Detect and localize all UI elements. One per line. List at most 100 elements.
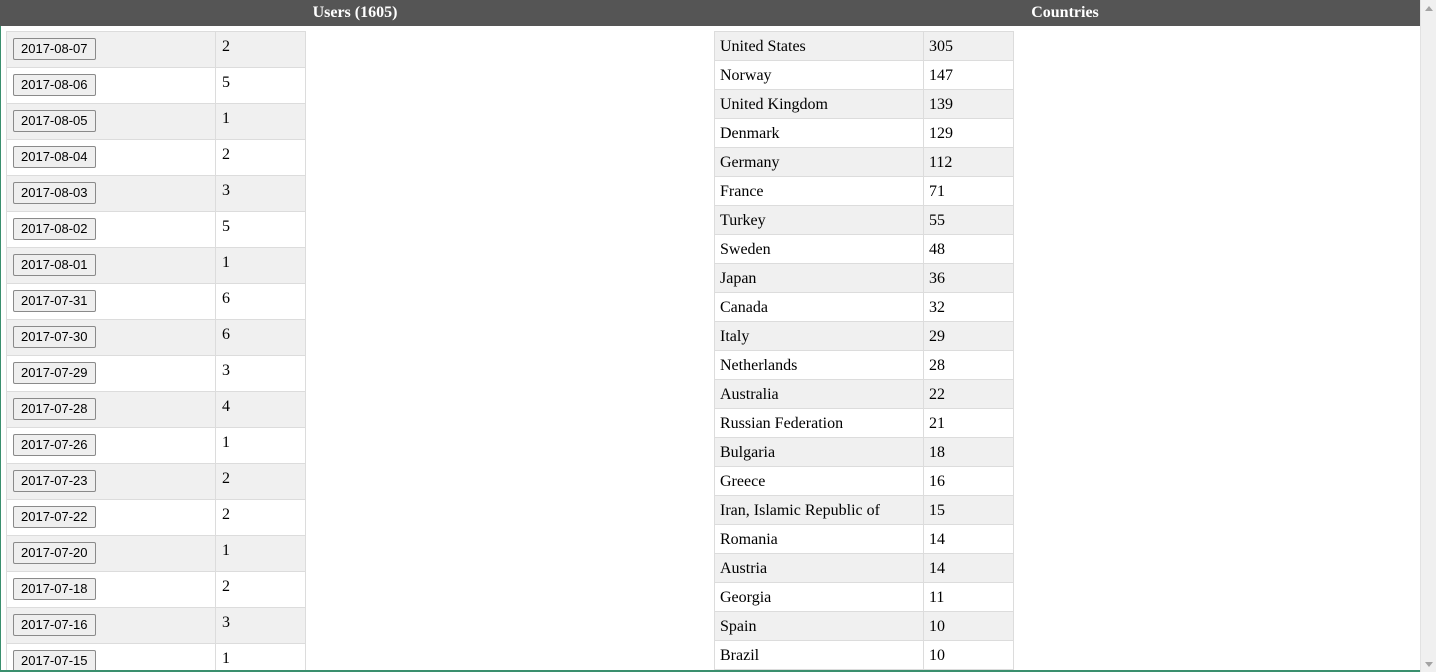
date-button[interactable]: 2017-07-16 [13,614,96,636]
date-cell: 2017-07-23 [6,463,216,500]
country-count-cell: 21 [923,408,1014,438]
date-button[interactable]: 2017-08-05 [13,110,96,132]
country-row: France 71 [714,176,1014,206]
country-row: Netherlands 28 [714,350,1014,380]
country-row: Germany 112 [714,147,1014,177]
date-cell: 2017-07-30 [6,319,216,356]
country-count-cell: 29 [923,321,1014,351]
user-date-row: 2017-08-03 3 [6,175,306,212]
user-date-row: 2017-08-01 1 [6,247,306,284]
date-button[interactable]: 2017-07-18 [13,578,96,600]
user-count-cell: 2 [215,463,306,500]
country-count-cell: 10 [923,640,1014,670]
country-row: Australia 22 [714,379,1014,409]
country-row: Romania 14 [714,524,1014,554]
country-count-cell: 10 [923,611,1014,641]
user-count-cell: 2 [215,31,306,68]
date-cell: 2017-08-05 [6,103,216,140]
user-count-cell: 5 [215,211,306,248]
country-name-cell: Russian Federation [714,408,924,438]
date-button[interactable]: 2017-08-01 [13,254,96,276]
user-count-cell: 1 [215,247,306,284]
user-date-row: 2017-07-22 2 [6,499,306,536]
user-date-row: 2017-07-15 1 [6,643,306,672]
date-cell: 2017-07-29 [6,355,216,392]
country-row: Canada 32 [714,292,1014,322]
country-row: Austria 14 [714,553,1014,583]
country-row: Spain 10 [714,611,1014,641]
date-button[interactable]: 2017-07-22 [13,506,96,528]
date-cell: 2017-08-06 [6,67,216,104]
page-viewport: Users (1605) Countries 2017-08-07 2 2017-0… [0,0,1420,672]
date-button[interactable]: 2017-08-07 [13,38,96,60]
country-name-cell: Japan [714,263,924,293]
country-name-cell: France [714,176,924,206]
user-date-row: 2017-07-28 4 [6,391,306,428]
country-count-cell: 36 [923,263,1014,293]
user-date-row: 2017-08-06 5 [6,67,306,104]
country-name-cell: Canada [714,292,924,322]
date-cell: 2017-08-03 [6,175,216,212]
date-cell: 2017-08-02 [6,211,216,248]
date-button[interactable]: 2017-08-02 [13,218,96,240]
country-name-cell: Norway [714,60,924,90]
date-cell: 2017-07-20 [6,535,216,572]
country-name-cell: Greece [714,466,924,496]
date-cell: 2017-07-18 [6,571,216,608]
country-row: Iran, Islamic Republic of 15 [714,495,1014,525]
date-cell: 2017-07-28 [6,391,216,428]
users-header: Users (1605) [312,4,398,21]
header-bar: Users (1605) Countries [0,0,1420,26]
country-row: Norway 147 [714,60,1014,90]
user-date-row: 2017-08-04 2 [6,139,306,176]
country-row: Russian Federation 21 [714,408,1014,438]
country-count-cell: 22 [923,379,1014,409]
country-count-cell: 305 [923,31,1014,61]
countries-table: United States 305 Norway 147 United Kingdom 1… [714,31,1014,670]
user-count-cell: 3 [215,607,306,644]
user-date-row: 2017-07-18 2 [6,571,306,608]
country-count-cell: 48 [923,234,1014,264]
date-button[interactable]: 2017-07-31 [13,290,96,312]
vertical-scrollbar[interactable] [1420,0,1436,672]
user-count-cell: 1 [215,643,306,672]
user-date-row: 2017-07-16 3 [6,607,306,644]
scroll-thumb[interactable] [1423,18,1434,108]
country-row: United Kingdom 139 [714,89,1014,119]
date-button[interactable]: 2017-07-15 [13,650,96,672]
user-count-cell: 4 [215,391,306,428]
date-cell: 2017-07-22 [6,499,216,536]
country-count-cell: 32 [923,292,1014,322]
country-name-cell: Italy [714,321,924,351]
country-name-cell: Austria [714,553,924,583]
date-button[interactable]: 2017-07-26 [13,434,96,456]
country-row: Japan 36 [714,263,1014,293]
date-button[interactable]: 2017-08-03 [13,182,96,204]
country-name-cell: Netherlands [714,350,924,380]
country-name-cell: Spain [714,611,924,641]
country-row: Italy 29 [714,321,1014,351]
country-name-cell: Iran, Islamic Republic of [714,495,924,525]
date-button[interactable]: 2017-07-23 [13,470,96,492]
date-button[interactable]: 2017-08-04 [13,146,96,168]
country-row: Bulgaria 18 [714,437,1014,467]
users-table-body: 2017-08-07 2 2017-08-06 5 2017-08-05 1 2017-08… [6,31,306,672]
scroll-up-arrow-icon[interactable] [1421,0,1436,16]
country-name-cell: Bulgaria [714,437,924,467]
country-count-cell: 129 [923,118,1014,148]
country-count-cell: 147 [923,60,1014,90]
country-row: Denmark 129 [714,118,1014,148]
user-count-cell: 6 [215,319,306,356]
scroll-down-arrow-icon[interactable] [1421,656,1436,672]
date-button[interactable]: 2017-07-28 [13,398,96,420]
date-button[interactable]: 2017-07-29 [13,362,96,384]
date-button[interactable]: 2017-08-06 [13,74,96,96]
user-date-row: 2017-07-30 6 [6,319,306,356]
country-name-cell: Georgia [714,582,924,612]
date-cell: 2017-07-26 [6,427,216,464]
date-button[interactable]: 2017-07-20 [13,542,96,564]
country-count-cell: 11 [923,582,1014,612]
user-count-cell: 2 [215,139,306,176]
country-count-cell: 14 [923,553,1014,583]
date-button[interactable]: 2017-07-30 [13,326,96,348]
